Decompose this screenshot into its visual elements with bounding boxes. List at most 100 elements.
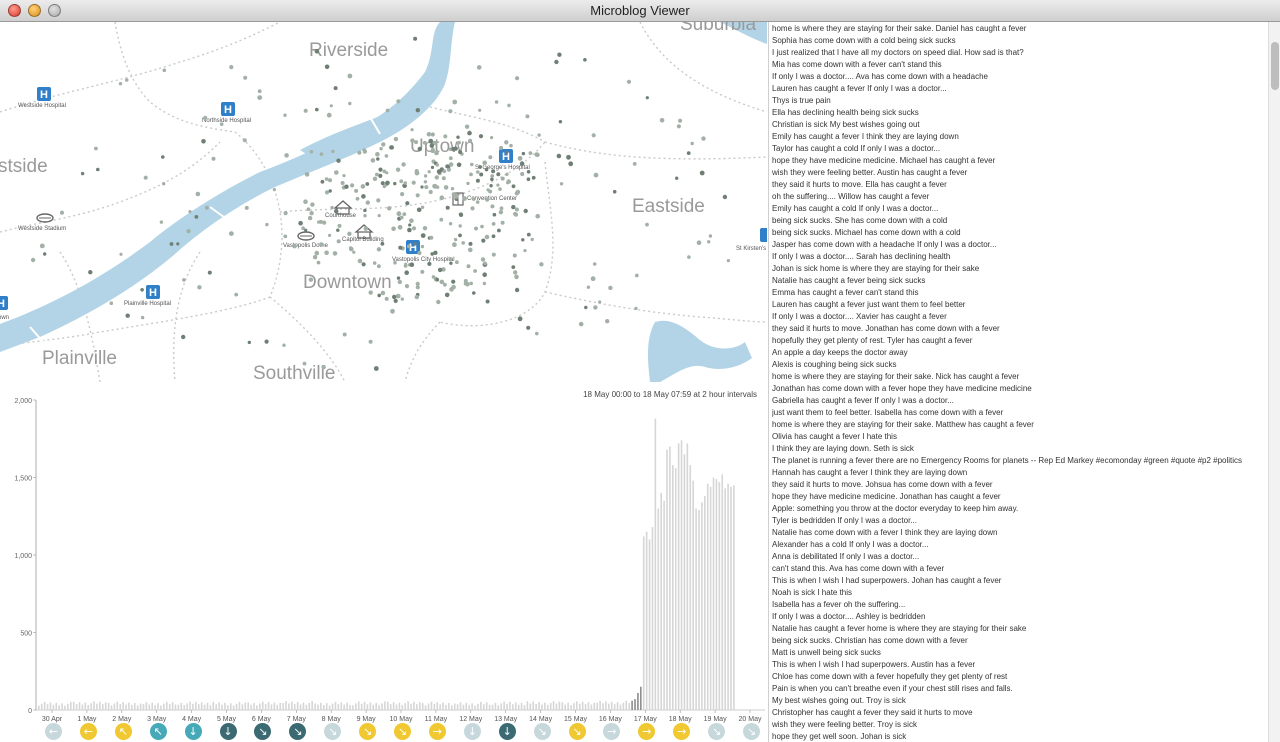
- post-dot[interactable]: [331, 149, 335, 154]
- chart-bar[interactable]: [663, 500, 665, 710]
- chart-canvas[interactable]: 05001,0001,5002,00030 Apr 1 May 2 May 3 May…: [0, 384, 767, 724]
- chart-bar[interactable]: [142, 704, 145, 710]
- post-dot[interactable]: [407, 227, 412, 233]
- feed-message[interactable]: Christian is sick My best wishes going o…: [772, 119, 1266, 131]
- feed-message[interactable]: Apple: something you throw at the doctor…: [772, 503, 1266, 515]
- chart-bar[interactable]: [637, 692, 639, 710]
- post-dot[interactable]: [686, 151, 691, 156]
- post-dot[interactable]: [416, 207, 422, 213]
- post-dot[interactable]: [363, 226, 368, 231]
- chart-bar[interactable]: [494, 702, 497, 710]
- chart-bar[interactable]: [552, 701, 555, 710]
- chart-bar[interactable]: [596, 702, 598, 710]
- post-dot[interactable]: [355, 196, 360, 201]
- post-dot[interactable]: [423, 174, 428, 178]
- chart-bar[interactable]: [151, 702, 154, 710]
- chart-bar[interactable]: [238, 701, 241, 710]
- post-dot[interactable]: [578, 321, 584, 327]
- wind-direction-icon[interactable]: →: [603, 723, 621, 740]
- chart-bar[interactable]: [136, 705, 139, 710]
- post-dot[interactable]: [344, 184, 349, 189]
- feed-message[interactable]: Hannah has caught a fever I think they a…: [772, 467, 1266, 479]
- post-dot[interactable]: [247, 340, 251, 345]
- post-dot[interactable]: [707, 240, 711, 244]
- chart-bar[interactable]: [401, 705, 404, 710]
- chart-bar[interactable]: [715, 479, 718, 710]
- post-dot[interactable]: [521, 151, 526, 156]
- post-dot[interactable]: [420, 269, 425, 274]
- post-dot[interactable]: [88, 270, 93, 275]
- post-dot[interactable]: [455, 260, 459, 265]
- chart-bar[interactable]: [514, 702, 517, 710]
- post-dot[interactable]: [324, 190, 330, 195]
- chart-bar[interactable]: [418, 702, 421, 710]
- post-dot[interactable]: [687, 255, 691, 259]
- post-dot[interactable]: [423, 180, 428, 184]
- wind-direction-icon[interactable]: ↘: [568, 723, 586, 740]
- post-dot[interactable]: [397, 224, 403, 230]
- post-dot[interactable]: [450, 187, 455, 191]
- post-dot[interactable]: [499, 145, 504, 150]
- post-dot[interactable]: [461, 241, 466, 245]
- chart-bar[interactable]: [337, 704, 340, 710]
- chart-bar[interactable]: [139, 703, 142, 710]
- chart-bar[interactable]: [328, 705, 331, 711]
- post-dot[interactable]: [409, 262, 415, 267]
- title-bar[interactable]: Microblog Viewer: [0, 0, 1280, 22]
- chart-bar[interactable]: [672, 465, 674, 710]
- post-dot[interactable]: [458, 233, 462, 238]
- post-dot[interactable]: [443, 282, 447, 287]
- post-dot[interactable]: [474, 226, 478, 231]
- wind-direction-icon[interactable]: ↓: [498, 723, 516, 740]
- chart-bar[interactable]: [395, 704, 398, 710]
- post-dot[interactable]: [59, 210, 65, 215]
- post-dot[interactable]: [118, 82, 123, 86]
- post-dot[interactable]: [593, 305, 598, 310]
- wind-direction-icon[interactable]: →: [638, 723, 656, 740]
- feed-message[interactable]: they said it hurts to move. Ella has cau…: [772, 179, 1266, 191]
- post-dot[interactable]: [517, 156, 523, 161]
- chart-bar[interactable]: [360, 703, 363, 710]
- chart-bar[interactable]: [526, 701, 529, 710]
- chart-bar[interactable]: [695, 508, 697, 711]
- post-dot[interactable]: [375, 172, 379, 177]
- feed-message[interactable]: Ella has declining health being sick suc…: [772, 107, 1266, 119]
- post-dot[interactable]: [373, 366, 379, 371]
- post-dot[interactable]: [634, 273, 639, 278]
- post-dot[interactable]: [592, 262, 597, 266]
- post-dot[interactable]: [393, 298, 398, 303]
- chart-bar[interactable]: [628, 703, 630, 710]
- chart-bar[interactable]: [235, 703, 238, 710]
- wind-direction-icon[interactable]: ↓: [463, 723, 481, 740]
- chart-bar[interactable]: [706, 483, 709, 710]
- feed-message[interactable]: wish they were feeling better. Austin ha…: [772, 167, 1266, 179]
- chart-bar[interactable]: [209, 705, 212, 710]
- post-dot[interactable]: [478, 134, 484, 139]
- post-dot[interactable]: [399, 179, 404, 184]
- post-dot[interactable]: [526, 325, 531, 330]
- post-dot[interactable]: [380, 290, 386, 296]
- chart-bar[interactable]: [567, 702, 569, 710]
- post-dot[interactable]: [393, 181, 397, 186]
- post-dot[interactable]: [439, 279, 445, 285]
- chart-bar[interactable]: [605, 701, 607, 710]
- chart-bar[interactable]: [398, 702, 401, 710]
- post-dot[interactable]: [528, 151, 533, 156]
- chart-bar[interactable]: [229, 703, 232, 710]
- post-dot[interactable]: [391, 226, 396, 232]
- post-dot[interactable]: [326, 112, 332, 118]
- chart-bar[interactable]: [261, 701, 264, 710]
- post-dot[interactable]: [482, 281, 487, 286]
- post-dot[interactable]: [484, 167, 489, 172]
- post-dot[interactable]: [676, 124, 682, 129]
- post-dot[interactable]: [219, 122, 224, 126]
- post-dot[interactable]: [400, 192, 405, 197]
- feed-message[interactable]: Anna is debilitated If only I was a doct…: [772, 551, 1266, 563]
- post-dot[interactable]: [384, 154, 389, 158]
- post-dot[interactable]: [420, 185, 424, 189]
- chart-bar[interactable]: [480, 701, 482, 710]
- post-dot[interactable]: [377, 214, 381, 218]
- post-dot[interactable]: [417, 146, 422, 152]
- post-dot[interactable]: [523, 249, 527, 253]
- post-dot[interactable]: [385, 171, 389, 175]
